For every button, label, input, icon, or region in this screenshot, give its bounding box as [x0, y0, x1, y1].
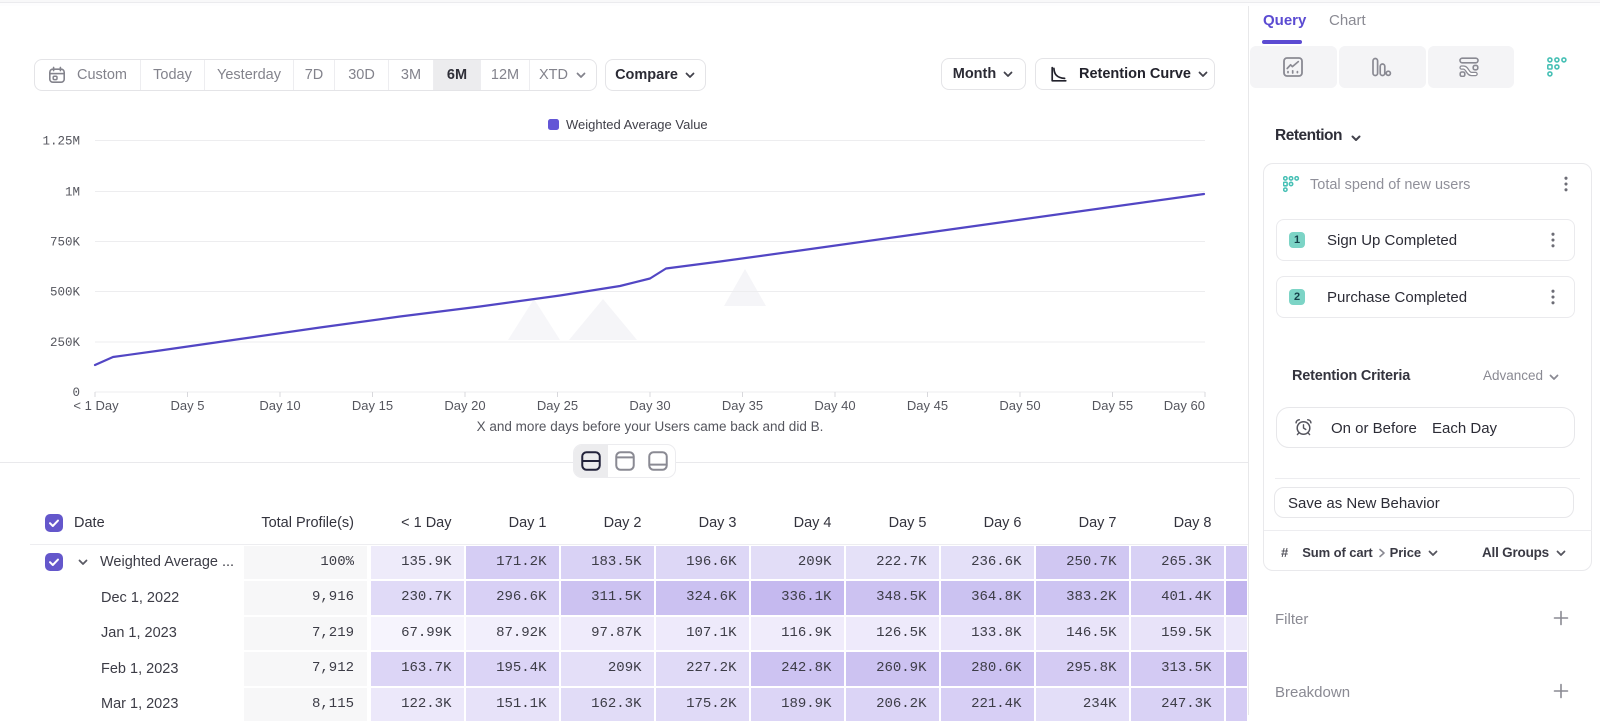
svg-text:500K: 500K	[50, 286, 81, 300]
svg-text:Day 5: Day 5	[171, 398, 205, 413]
svg-text:Day 30: Day 30	[629, 398, 670, 413]
svg-text:250K: 250K	[50, 336, 81, 350]
svg-text:Day 50: Day 50	[999, 398, 1040, 413]
svg-text:Day 15: Day 15	[352, 398, 393, 413]
svg-text:Day 20: Day 20	[444, 398, 485, 413]
svg-text:750K: 750K	[50, 236, 81, 250]
svg-text:1M: 1M	[65, 186, 80, 200]
svg-text:1.25M: 1.25M	[42, 135, 80, 149]
svg-text:Day 35: Day 35	[722, 398, 763, 413]
svg-text:Day 45: Day 45	[907, 398, 948, 413]
svg-text:Day 25: Day 25	[537, 398, 578, 413]
svg-text:Day 60: Day 60	[1164, 398, 1205, 413]
svg-text:Day 40: Day 40	[814, 398, 855, 413]
svg-text:Day 10: Day 10	[259, 398, 300, 413]
svg-text:Day 55: Day 55	[1092, 398, 1133, 413]
svg-text:< 1 Day: < 1 Day	[73, 398, 119, 413]
